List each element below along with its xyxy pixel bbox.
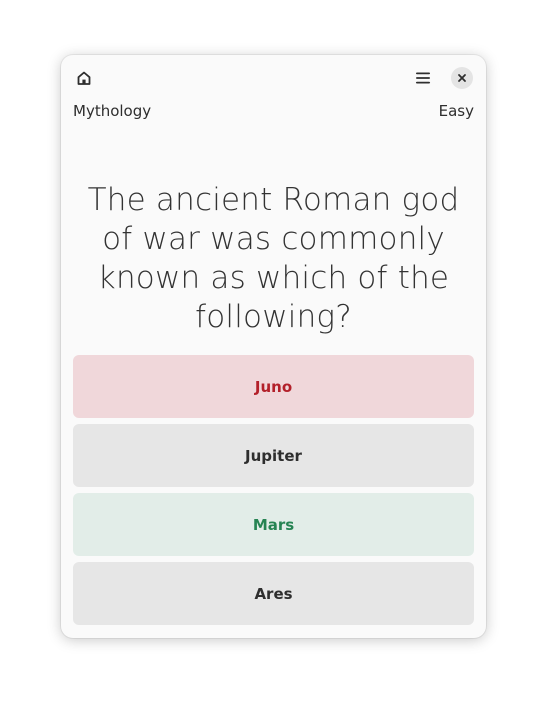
difficulty-label: Easy — [438, 102, 474, 120]
answer-list: Juno Jupiter Mars Ares — [73, 355, 474, 631]
answer-button-mars[interactable]: Mars — [73, 493, 474, 556]
category-label: Mythology — [73, 102, 152, 120]
home-icon — [77, 71, 91, 85]
main-menu-button[interactable] — [412, 67, 434, 89]
home-button[interactable] — [73, 67, 95, 89]
answer-button-ares[interactable]: Ares — [73, 562, 474, 625]
question-text: The ancient Roman god of war was commonl… — [87, 182, 460, 335]
close-icon — [458, 74, 466, 82]
close-button[interactable] — [451, 67, 473, 89]
quiz-window: Mythology Easy The ancient Roman god of … — [61, 55, 486, 638]
answer-button-jupiter[interactable]: Jupiter — [73, 424, 474, 487]
answer-label: Juno — [254, 377, 293, 396]
answer-label: Mars — [252, 515, 295, 534]
answer-label: Jupiter — [245, 446, 302, 465]
hamburger-menu-icon — [416, 72, 430, 84]
answer-label: Ares — [254, 584, 293, 603]
answer-button-juno[interactable]: Juno — [73, 355, 474, 418]
